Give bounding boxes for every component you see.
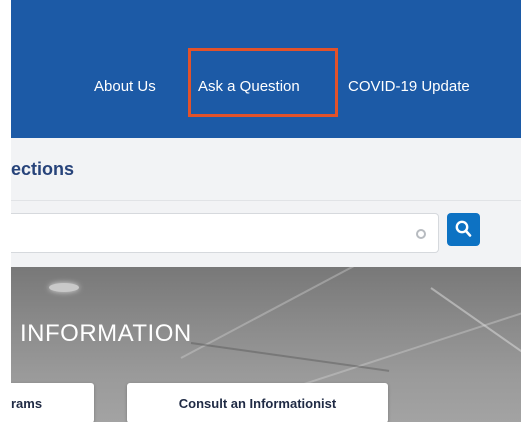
nav-covid-19-update[interactable]: COVID-19 Update — [348, 78, 470, 95]
ceiling-line — [430, 287, 521, 358]
highlight-box — [188, 48, 338, 117]
search-area — [11, 201, 521, 267]
section-bar: ections — [11, 138, 521, 201]
top-navigation: About Us Ask a Question COVID-19 Update — [11, 0, 521, 138]
nav-about-us[interactable]: About Us — [94, 78, 156, 95]
ceiling-light — [49, 283, 79, 292]
circle-icon[interactable] — [416, 229, 426, 239]
hero-banner: INFORMATION rams Consult an Informationi… — [11, 267, 521, 422]
ceiling-line — [190, 342, 390, 372]
hero-title: INFORMATION — [20, 320, 192, 347]
left-edge-strip — [0, 0, 11, 422]
section-title: ections — [11, 159, 75, 179]
consult-informationist-button[interactable]: Consult an Informationist — [127, 383, 388, 422]
search-input[interactable] — [11, 213, 439, 253]
programs-button[interactable]: rams — [11, 383, 94, 422]
search-button[interactable] — [447, 213, 480, 246]
search-icon — [455, 220, 472, 237]
